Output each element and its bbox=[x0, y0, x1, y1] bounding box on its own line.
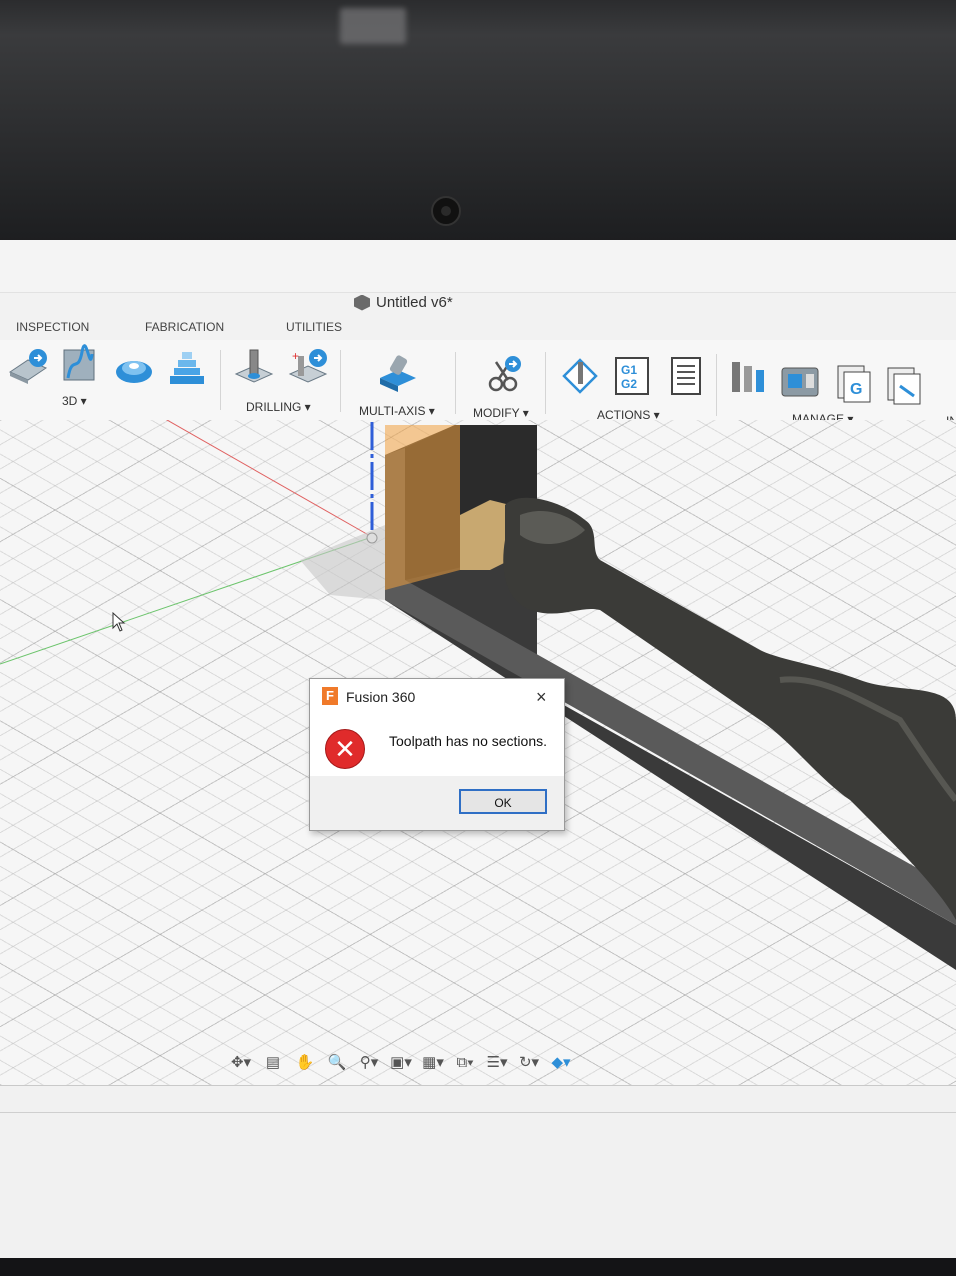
effects-icon[interactable]: ☰▾ bbox=[484, 1052, 510, 1074]
workspace-tabs: INSPECTION FABRICATION UTILITIES bbox=[0, 320, 956, 340]
error-dialog: F Fusion 360 × ✕ Toolpath has no section… bbox=[309, 678, 565, 831]
dialog-footer: OK bbox=[310, 776, 564, 830]
document-title[interactable]: Untitled v6* bbox=[354, 294, 453, 311]
scallop-icon[interactable] bbox=[166, 348, 206, 388]
monitor-bezel-top bbox=[0, 0, 956, 250]
toolbar-separator bbox=[545, 352, 546, 414]
document-cube-icon bbox=[354, 294, 370, 311]
document-title-text: Untitled v6* bbox=[376, 294, 453, 311]
ribbon-toolbar: 3D ▾ + DRILLING ▾ MULTI-AXIS ▾ MODIFY ▾ … bbox=[0, 340, 956, 428]
group-modify-label[interactable]: MODIFY ▾ bbox=[473, 406, 529, 420]
svg-text:G1: G1 bbox=[621, 363, 637, 377]
svg-text:G: G bbox=[850, 381, 862, 398]
navigation-bar: ✥▾ ▤ ✋ 🔍 ⚲▾ ▣▾ ▦▾ ⧉▾ ☰▾ ↻▾ ◆▾ bbox=[228, 1051, 574, 1075]
toolbar-separator bbox=[716, 354, 717, 416]
pocket-icon[interactable] bbox=[114, 350, 154, 390]
group-multi-axis-label[interactable]: MULTI-AXIS ▾ bbox=[359, 404, 435, 418]
close-icon[interactable]: × bbox=[536, 687, 547, 708]
group-drilling-label[interactable]: DRILLING ▾ bbox=[246, 400, 311, 414]
mouse-cursor-icon bbox=[112, 612, 126, 632]
zoom-icon[interactable]: 🔍 bbox=[324, 1052, 350, 1074]
post-process-icon[interactable]: G1 G2 bbox=[612, 356, 652, 396]
simulate-icon[interactable] bbox=[560, 356, 600, 396]
tab-inspection[interactable]: INSPECTION bbox=[16, 320, 89, 334]
look-at-icon[interactable]: ▤ bbox=[260, 1052, 286, 1074]
dialog-message: Toolpath has no sections. bbox=[389, 733, 547, 749]
stock-box bbox=[385, 425, 460, 590]
tab-utilities[interactable]: UTILITIES bbox=[286, 320, 342, 334]
status-bar bbox=[0, 1085, 956, 1258]
tool-library-icon[interactable] bbox=[730, 360, 770, 400]
ok-button[interactable]: OK bbox=[459, 789, 547, 814]
monitor-bezel-bottom bbox=[0, 1258, 956, 1276]
group-3d-label[interactable]: 3D ▾ bbox=[62, 394, 87, 408]
template-library-icon[interactable] bbox=[884, 366, 924, 406]
adaptive-clearing-icon[interactable] bbox=[8, 346, 48, 386]
display-settings-icon[interactable]: ▣▾ bbox=[388, 1052, 414, 1074]
webcam-icon bbox=[431, 196, 461, 226]
trim-toolpath-icon[interactable] bbox=[484, 354, 524, 394]
grid-icon[interactable]: ▦▾ bbox=[420, 1052, 446, 1074]
fusion-window: Untitled v6* INSPECTION FABRICATION UTIL… bbox=[0, 240, 956, 1258]
svg-text:G2: G2 bbox=[621, 377, 637, 391]
pan-icon[interactable]: ✋ bbox=[292, 1052, 318, 1074]
x-axis-line bbox=[165, 420, 373, 538]
post-library-icon[interactable]: G bbox=[834, 364, 874, 404]
refresh-icon[interactable]: ↻▾ bbox=[516, 1052, 542, 1074]
contour-icon[interactable] bbox=[58, 344, 98, 384]
toolbar-separator bbox=[455, 352, 456, 414]
zoom-window-icon[interactable]: ⚲▾ bbox=[356, 1052, 382, 1074]
svg-text:+: + bbox=[292, 349, 299, 363]
title-bar bbox=[0, 240, 956, 293]
view-cube-icon[interactable]: ⧉▾ bbox=[452, 1052, 478, 1074]
status-divider bbox=[0, 1112, 956, 1113]
toolbar-separator bbox=[340, 350, 341, 412]
model-shadow bbox=[300, 525, 385, 600]
tab-fabrication[interactable]: FABRICATION bbox=[145, 320, 224, 334]
toolbar-separator bbox=[220, 350, 221, 410]
drill-icon[interactable] bbox=[234, 348, 274, 388]
setup-sheet-icon[interactable] bbox=[666, 356, 706, 396]
error-icon: ✕ bbox=[325, 729, 365, 769]
machine-library-icon[interactable] bbox=[780, 362, 820, 402]
orbit-icon[interactable]: ✥▾ bbox=[228, 1052, 254, 1074]
shaded-icon[interactable]: ◆▾ bbox=[548, 1052, 574, 1074]
multi-axis-contour-icon[interactable] bbox=[378, 354, 418, 394]
dialog-title: Fusion 360 bbox=[346, 689, 416, 705]
screen-glare bbox=[340, 8, 406, 44]
fusion-logo-icon: F bbox=[322, 687, 338, 705]
hole-recognition-icon[interactable]: + bbox=[288, 348, 328, 388]
